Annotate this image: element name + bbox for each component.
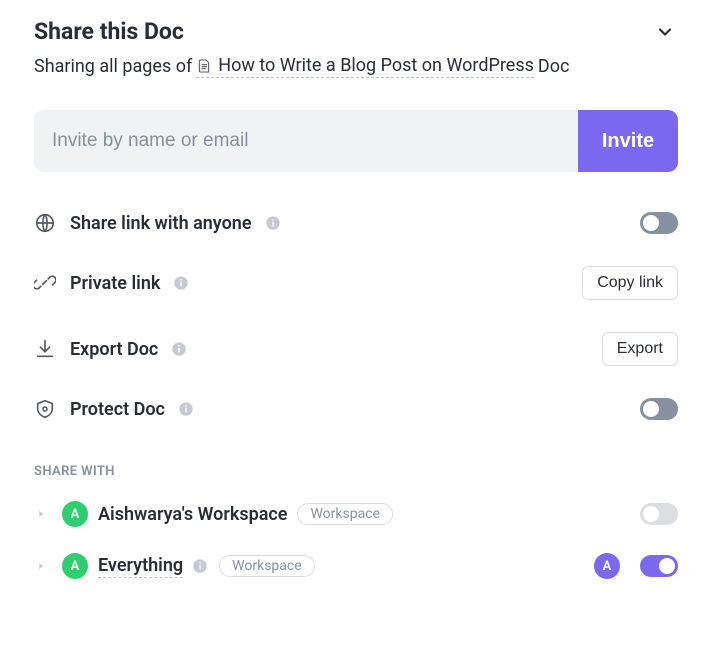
expand-caret[interactable] (34, 507, 48, 521)
share-toggle[interactable] (640, 555, 678, 577)
info-icon[interactable] (170, 340, 188, 358)
share-row: A Everything Workspace A (34, 553, 678, 579)
collapse-chevron[interactable] (652, 19, 678, 45)
info-icon[interactable] (191, 557, 209, 575)
info-icon[interactable] (177, 400, 195, 418)
share-link-toggle[interactable] (640, 212, 678, 234)
export-row: Export Doc Export (34, 332, 678, 366)
invite-input[interactable] (34, 110, 578, 172)
chevron-down-icon (655, 22, 675, 42)
expand-caret[interactable] (34, 559, 48, 573)
export-label: Export Doc (70, 339, 158, 360)
private-link-row: Private link Copy link (34, 266, 678, 300)
invite-row: Invite (34, 110, 678, 172)
workspace-name[interactable]: Aishwarya's Workspace (98, 504, 287, 525)
doc-icon (196, 57, 212, 75)
caret-right-icon (36, 561, 46, 571)
subtitle-prefix: Sharing all pages of (34, 56, 192, 77)
share-link-row: Share link with anyone (34, 212, 678, 234)
workspace-avatar: A (62, 501, 88, 527)
private-link-label: Private link (70, 273, 160, 294)
share-toggle[interactable] (640, 503, 678, 525)
download-icon (34, 338, 56, 360)
subtitle-suffix: Doc (538, 56, 570, 77)
caret-right-icon (36, 509, 46, 519)
subtitle: Sharing all pages of How to Write a Blog… (34, 55, 678, 78)
workspace-badge: Workspace (219, 555, 315, 577)
link-icon (34, 272, 56, 294)
member-avatar[interactable]: A (594, 553, 620, 579)
protect-label: Protect Doc (70, 399, 165, 420)
workspace-name[interactable]: Everything (98, 555, 183, 578)
share-row: A Aishwarya's Workspace Workspace (34, 501, 678, 527)
doc-name: How to Write a Blog Post on WordPress (218, 55, 534, 76)
workspace-avatar: A (62, 553, 88, 579)
workspace-badge: Workspace (297, 503, 393, 525)
shield-icon (34, 398, 56, 420)
share-link-label: Share link with anyone (70, 213, 252, 234)
export-button[interactable]: Export (602, 332, 678, 366)
share-with-heading: SHARE WITH (34, 464, 678, 479)
info-icon[interactable] (264, 214, 282, 232)
info-icon[interactable] (172, 274, 190, 292)
dialog-title: Share this Doc (34, 18, 184, 45)
copy-link-button[interactable]: Copy link (582, 266, 678, 300)
doc-link[interactable]: How to Write a Blog Post on WordPress (196, 55, 534, 78)
invite-button[interactable]: Invite (578, 110, 678, 172)
protect-row: Protect Doc (34, 398, 678, 420)
globe-icon (34, 212, 56, 234)
protect-toggle[interactable] (640, 398, 678, 420)
